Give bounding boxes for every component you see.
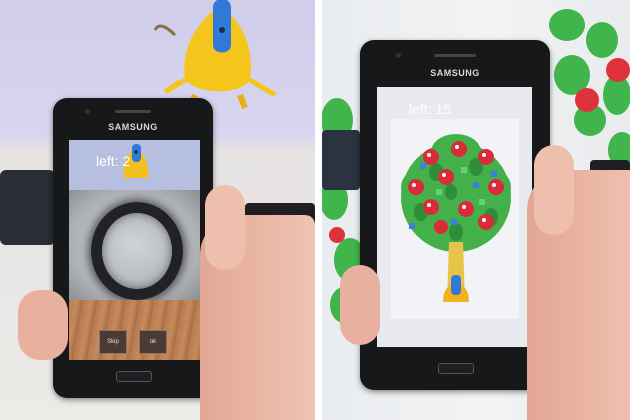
phone-screen: left: 15 <box>377 87 532 347</box>
tree-with-monsters-icon <box>401 134 511 302</box>
home-button <box>116 371 152 382</box>
handle-strap-left <box>0 170 55 245</box>
handle-strap-left <box>322 130 360 190</box>
phone-brand-label: SAMSUNG <box>430 68 480 78</box>
phone-brand-label: SAMSUNG <box>108 122 158 132</box>
hand-thumb <box>534 145 574 235</box>
speaker-grille <box>115 110 151 113</box>
hand-fingers-left <box>340 265 380 345</box>
hand-thumb <box>205 185 245 270</box>
home-button <box>438 363 474 374</box>
left-photo: SAMSUNG left: 2 Skip ok <box>0 0 315 420</box>
speaker-grille <box>434 54 476 57</box>
front-camera <box>85 109 90 114</box>
camera-view-floor <box>69 300 200 360</box>
skip-button[interactable]: Skip <box>99 330 127 354</box>
scribble-ring <box>91 202 183 300</box>
right-photo: SAMSUNG left: 15 <box>322 0 630 420</box>
hand-fingers-left <box>18 290 68 360</box>
phone-screen: left: 2 Skip ok <box>69 140 200 360</box>
front-camera <box>396 53 401 58</box>
ok-button[interactable]: ok <box>139 330 167 354</box>
remaining-counter: left: 15 <box>409 101 452 117</box>
remaining-counter: left: 2 <box>96 153 131 169</box>
wall-monster-illustration <box>153 0 277 110</box>
phone-right: SAMSUNG left: 15 <box>360 40 550 390</box>
photo-divider <box>315 0 322 420</box>
phone-left: SAMSUNG left: 2 Skip ok <box>53 98 213 398</box>
